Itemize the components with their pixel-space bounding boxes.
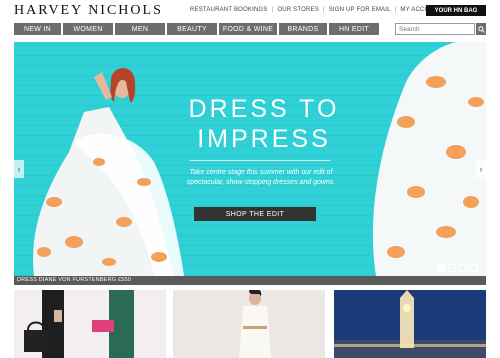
search-input[interactable] xyxy=(395,23,475,35)
nav-women[interactable]: WOMEN xyxy=(63,23,113,35)
separator: | xyxy=(271,7,274,13)
clock-tower-image xyxy=(334,290,486,358)
sign-up-email-link[interactable]: SIGN UP FOR EMAIL xyxy=(329,7,391,13)
divider xyxy=(190,160,330,161)
slide-dot[interactable] xyxy=(470,264,478,272)
hero-caption-bar: DRESS DIANE VON FURSTENBERG £550 xyxy=(14,276,486,285)
main-nav: NEW IN WOMEN MEN BEAUTY FOOD & WINE BRAN… xyxy=(14,23,379,35)
search-button[interactable] xyxy=(476,23,486,35)
nav-brands[interactable]: BRANDS xyxy=(279,23,327,35)
nav-new-in[interactable]: NEW IN xyxy=(14,23,61,35)
nav-food-wine[interactable]: FOOD & WINE xyxy=(219,23,277,35)
shop-the-edit-button[interactable]: SHOP THE EDIT xyxy=(194,207,316,221)
restaurant-bookings-link[interactable]: RESTAURANT BOOKINGS xyxy=(190,7,268,13)
prev-slide-button[interactable]: ‹ xyxy=(14,160,24,178)
slide-dot[interactable] xyxy=(437,264,445,272)
promo-tile-1[interactable] xyxy=(14,290,166,358)
product-caption: DRESS DIANE VON FURSTENBERG £550 xyxy=(17,277,131,283)
promo-tile-2[interactable] xyxy=(173,290,325,358)
headline-line-1: DRESS TO xyxy=(188,95,340,123)
dress-closeup-image xyxy=(372,42,486,276)
chevron-right-icon: › xyxy=(479,164,483,174)
bag-button[interactable]: YOUR HN BAG xyxy=(426,5,486,16)
slide-dot[interactable] xyxy=(448,264,456,272)
handbags-image xyxy=(24,290,134,358)
headline-line-2: IMPRESS xyxy=(197,125,331,153)
slide-dot[interactable] xyxy=(459,264,467,272)
separator: | xyxy=(394,7,397,13)
nav-beauty[interactable]: BEAUTY xyxy=(167,23,217,35)
logo[interactable]: HARVEY NICHOLS xyxy=(14,3,163,19)
model-white-outfit-image xyxy=(239,290,271,358)
chevron-left-icon: ‹ xyxy=(17,164,21,174)
hero-banner[interactable]: DRESS TO IMPRESS Take centre stage this … xyxy=(14,42,486,276)
our-stores-link[interactable]: OUR STORES xyxy=(277,7,319,13)
separator: | xyxy=(322,7,325,13)
nav-men[interactable]: MEN xyxy=(115,23,165,35)
model-image xyxy=(33,68,184,276)
next-slide-button[interactable]: › xyxy=(476,160,486,178)
hero-subtext: Take centre stage this summer with our e… xyxy=(186,169,336,186)
utility-links: RESTAURANT BOOKINGS | OUR STORES | SIGN … xyxy=(190,7,442,13)
promo-tile-3[interactable] xyxy=(334,290,486,358)
slide-indicators xyxy=(437,264,478,272)
search-icon xyxy=(477,25,485,33)
nav-hn-edit[interactable]: HN EDIT xyxy=(329,23,379,35)
hero-headline: DRESS TO IMPRESS xyxy=(174,94,354,154)
